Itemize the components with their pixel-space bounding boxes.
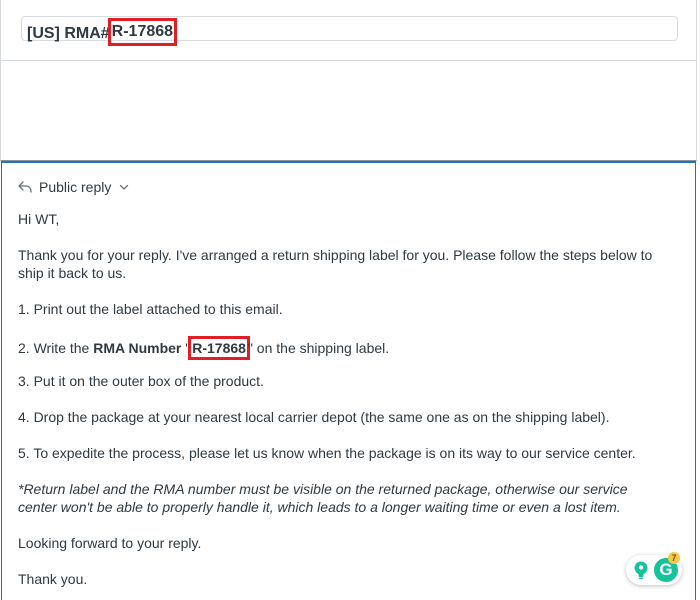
reply-mode-label: Public reply <box>39 179 112 195</box>
note-line-2: center won't be able to properly handle … <box>18 499 621 515</box>
step-2-rma-highlight: R-17868 <box>188 336 250 360</box>
grammarly-widget[interactable]: G 7 <box>626 552 682 585</box>
lightbulb-icon[interactable] <box>631 559 651 581</box>
greeting: Hi WT, <box>18 211 60 227</box>
subject-rma-highlight: R-17868 <box>107 18 178 46</box>
reply-arrow-icon <box>18 181 32 193</box>
signoff-line: Thank you. <box>18 571 88 587</box>
chevron-down-icon <box>120 184 129 190</box>
step-2-bold: RMA Number <box>93 340 182 356</box>
step-4: 4. Drop the package at your nearest loca… <box>18 409 610 425</box>
step-2-prefix: 2. Write the <box>18 340 94 356</box>
intro-line-2: ship it back to us. <box>18 265 127 281</box>
subject-field[interactable]: [US] RMA# R-17868 <box>21 16 678 46</box>
step-3: 3. Put it on the outer box of the produc… <box>18 373 264 389</box>
note-line-1: *Return label and the RMA number must be… <box>18 481 628 497</box>
step-1: 1. Print out the label attached to this … <box>18 301 283 317</box>
ticket-header-panel: [US] RMA# R-17868 <box>0 0 697 161</box>
closing-line: Looking forward to your reply. <box>18 535 202 551</box>
subject-text: [US] RMA# R-17868 <box>27 18 178 48</box>
grammarly-badge: 7 <box>668 552 680 564</box>
intro-line-1: Thank you for your reply. I've arranged … <box>18 247 653 263</box>
step-2: 2. Write the RMA Number " R-17868 " on the… <box>18 336 389 360</box>
step-2-suffix: on the shipping label. <box>252 340 390 356</box>
reply-mode-selector[interactable]: Public reply <box>17 177 129 197</box>
reply-editor[interactable]: Public reply Hi WT, Thank you for your r… <box>1 161 696 600</box>
subject-row: [US] RMA# R-17868 <box>1 0 696 61</box>
step-5: 5. To expedite the process, please let u… <box>18 445 636 461</box>
subject-prefix: [US] RMA# <box>27 25 110 42</box>
